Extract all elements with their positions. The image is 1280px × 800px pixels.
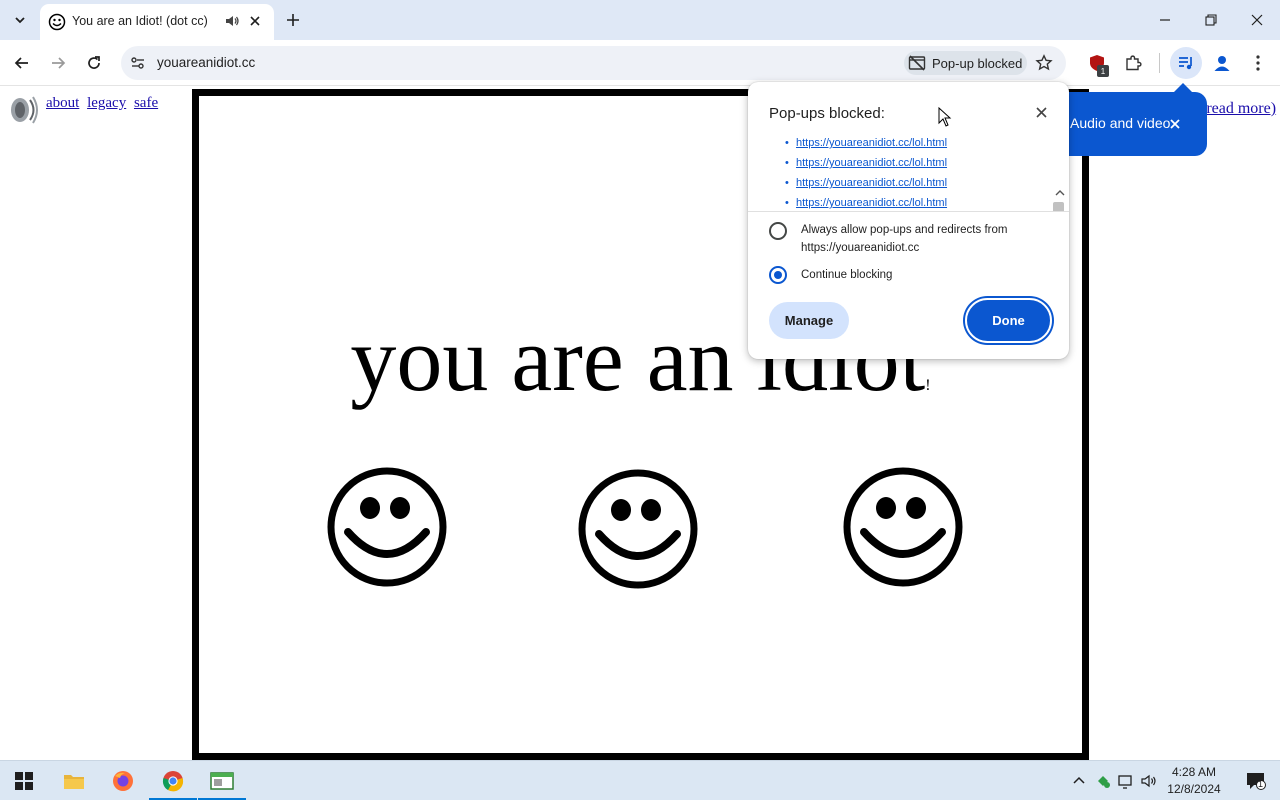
puzzle-icon	[1126, 55, 1142, 71]
popup-blocked-chip[interactable]: Pop-up blocked	[904, 51, 1027, 75]
blocked-url-item[interactable]: • https://youareanidiot.cc/lol.html	[785, 197, 947, 209]
headline-suffix: !	[925, 377, 931, 394]
dialog-title: Pop-ups blocked:	[769, 105, 885, 122]
taskbar-firefox[interactable]	[99, 761, 147, 800]
popups-blocked-dialog: Pop-ups blocked: • https://youareanidiot.…	[748, 82, 1069, 359]
firefox-icon	[113, 771, 133, 791]
app-window-icon	[210, 772, 234, 790]
tab-search-button[interactable]	[7, 7, 33, 33]
tab-active[interactable]: You are an Idiot! (dot cc)	[40, 4, 274, 40]
address-bar[interactable]: youareanidiot.cc Pop-up blocked	[121, 46, 1066, 80]
clock-date: 12/8/2024	[1167, 782, 1221, 796]
done-button[interactable]: Done	[965, 298, 1052, 343]
browser-menu-button[interactable]	[1244, 49, 1272, 77]
volume-icon[interactable]	[1140, 772, 1158, 790]
extensions-button[interactable]	[1119, 49, 1147, 77]
smiley-favicon-icon	[48, 13, 66, 31]
restore-icon	[1205, 14, 1217, 26]
close-icon	[1170, 119, 1180, 129]
close-window-button[interactable]	[1234, 0, 1280, 40]
legacy-link[interactable]: legacy	[87, 95, 126, 111]
blocked-url-item[interactable]: • https://youareanidiot.cc/lol.html	[785, 177, 947, 189]
chrome-icon	[162, 771, 184, 792]
arrow-left-icon	[14, 57, 28, 69]
smiley-face-icon	[578, 469, 698, 589]
reload-button[interactable]	[80, 49, 108, 77]
site-settings-icon[interactable]	[129, 54, 147, 72]
system-clock[interactable]: 4:28 AM 12/8/2024	[1160, 764, 1228, 798]
always-allow-label: Always allow pop-ups and redirects from h…	[801, 224, 1008, 254]
extension-badge: 1	[1097, 65, 1109, 77]
tab-title: You are an Idiot! (dot cc)	[72, 14, 208, 28]
continue-blocking-radio[interactable]	[769, 266, 787, 284]
taskbar-chrome[interactable]	[149, 761, 197, 800]
about-link[interactable]: about	[46, 95, 79, 111]
blocked-url-list: • https://youareanidiot.cc/lol.html • http…	[748, 134, 1069, 212]
smiley-face-icon	[843, 467, 963, 587]
minimize-icon	[1160, 19, 1170, 21]
avatar-icon	[1214, 56, 1230, 71]
dialog-close-button[interactable]	[1031, 102, 1051, 122]
close-icon	[1035, 106, 1047, 118]
windows-taskbar: 4:28 AM 12/8/2024 1	[0, 760, 1280, 800]
browser-toolbar: youareanidiot.cc Pop-up blocked 1	[0, 40, 1280, 86]
continue-blocking-label: Continue blocking	[801, 269, 893, 281]
toolbar-separator	[1159, 53, 1160, 73]
page-links: about legacy safe	[46, 95, 162, 112]
taskbar-file-explorer[interactable]	[50, 761, 98, 800]
notification-count: 1	[1258, 779, 1264, 789]
back-button[interactable]	[8, 49, 36, 77]
taskbar-window-app[interactable]	[198, 761, 246, 800]
network-icon[interactable]	[1117, 772, 1135, 790]
tab-strip: You are an Idiot! (dot cc)	[0, 0, 1280, 40]
more-vertical-icon	[1256, 55, 1260, 71]
speaker-audio-icon[interactable]	[224, 13, 240, 29]
music-queue-icon	[1179, 57, 1192, 70]
speaker-icon[interactable]	[6, 93, 40, 127]
media-notification-close-button[interactable]	[1165, 114, 1185, 134]
minimize-button[interactable]	[1142, 0, 1188, 40]
url-text: youareanidiot.cc	[157, 55, 256, 70]
read-more-link[interactable]: (read more)	[1201, 100, 1276, 118]
close-icon	[250, 16, 260, 26]
arrow-right-icon	[52, 57, 66, 69]
scrollbar-thumb[interactable]	[1053, 202, 1064, 211]
ublock-extension-button[interactable]: 1	[1083, 49, 1111, 77]
chevron-down-icon	[15, 17, 25, 24]
blocked-url-item[interactable]: • https://youareanidiot.cc/lol.html	[785, 157, 947, 169]
new-tab-button[interactable]	[282, 9, 304, 31]
show-hidden-icons-chevron-icon[interactable]	[1070, 772, 1088, 790]
tab-close-button[interactable]	[246, 12, 264, 30]
windows-logo-icon	[15, 772, 33, 790]
mouse-cursor-icon	[938, 107, 952, 127]
plus-icon	[287, 14, 299, 26]
media-notification: Audio and video	[1045, 83, 1207, 156]
manage-button[interactable]: Manage	[769, 302, 849, 339]
reload-icon	[88, 56, 100, 69]
blocked-url-item[interactable]: • https://youareanidiot.cc/lol.html	[785, 137, 947, 149]
restore-button[interactable]	[1188, 0, 1234, 40]
scroll-up-arrow-icon[interactable]	[1054, 187, 1066, 199]
always-allow-radio[interactable]	[769, 222, 787, 240]
safe-link[interactable]: safe	[134, 95, 158, 111]
media-controls-button[interactable]	[1170, 47, 1202, 79]
clock-time: 4:28 AM	[1171, 765, 1217, 779]
smiley-face-icon	[327, 467, 447, 587]
page-content: about legacy safe you are an idiot! (rea…	[0, 87, 1280, 760]
notification-center-button[interactable]: 1	[1232, 761, 1280, 800]
bookmark-star-icon[interactable]	[1035, 54, 1053, 72]
media-notification-text: Audio and video	[1070, 115, 1171, 131]
folder-icon	[64, 775, 84, 789]
profile-button[interactable]	[1208, 49, 1236, 77]
popup-blocked-label: Pop-up blocked	[932, 55, 1023, 71]
security-tray-icon[interactable]	[1094, 772, 1112, 790]
start-button[interactable]	[0, 761, 48, 800]
close-icon	[1251, 14, 1263, 26]
popup-blocked-icon	[908, 55, 926, 71]
forward-button[interactable]	[44, 49, 72, 77]
